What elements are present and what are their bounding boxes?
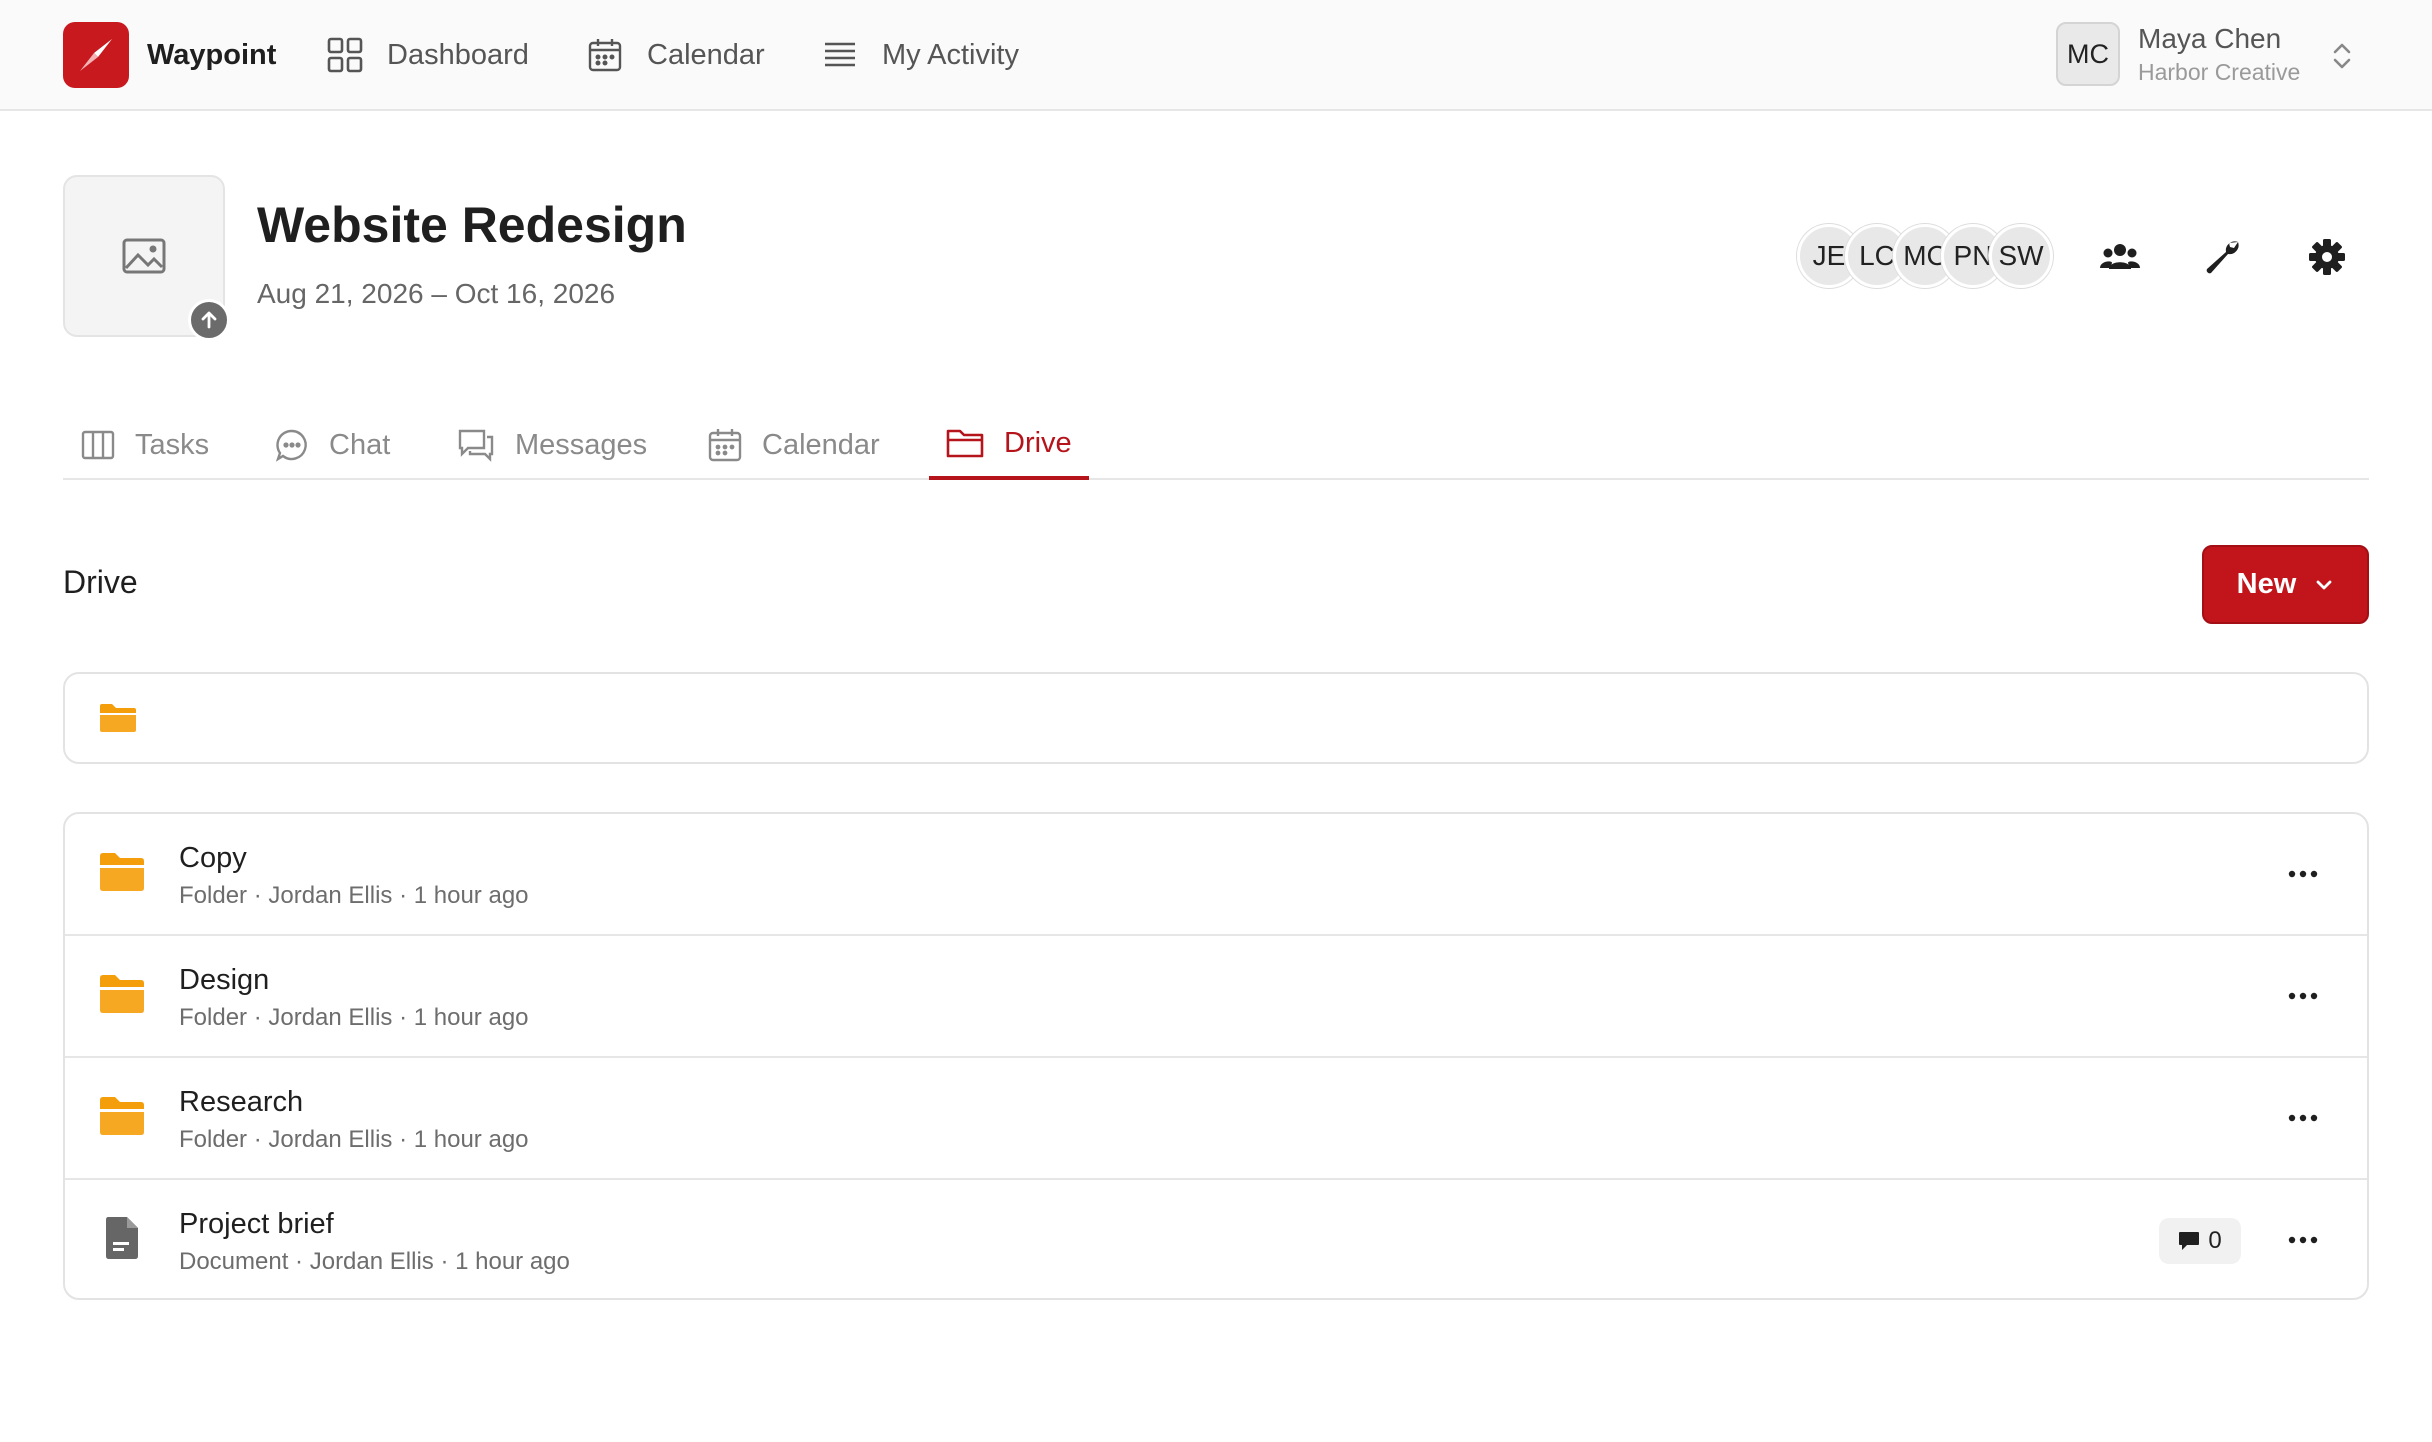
nav-my-activity-label: My Activity [882, 38, 1019, 71]
user-avatar: MC [2056, 22, 2120, 86]
user-menu[interactable]: MC Maya Chen Harbor Creative [2056, 22, 2300, 86]
user-text: Maya Chen Harbor Creative [2138, 23, 2300, 86]
columns-icon [81, 430, 115, 460]
settings-button[interactable] [2300, 230, 2354, 284]
tab-tasks-label: Tasks [135, 428, 210, 461]
file-row-copy[interactable]: Copy Folder · Jordan Ellis · 1 hour ago [65, 814, 2367, 936]
member-avatar[interactable]: SW [1989, 224, 2053, 288]
tab-drive[interactable]: Drive [929, 410, 1089, 480]
brand[interactable]: Waypoint [63, 22, 276, 88]
file-type: Folder [179, 882, 248, 909]
folder-icon [99, 852, 145, 897]
file-type: Folder [179, 1126, 248, 1153]
folder-icon [100, 704, 136, 732]
project-members[interactable]: JE LC MC PN SW [1797, 224, 2053, 288]
more-options-button[interactable] [2283, 976, 2323, 1016]
folder-icon [99, 974, 145, 1019]
tab-messages-label: Messages [515, 428, 648, 461]
compass-logo-icon [63, 22, 129, 88]
chat-bubble-icon [275, 429, 307, 462]
file-time: 1 hour ago [413, 1004, 529, 1031]
project-dates: Aug 21, 2026 – Oct 16, 2026 [257, 278, 616, 309]
messages-icon [458, 429, 494, 462]
file-name: Design [179, 964, 270, 996]
more-options-button[interactable] [2283, 854, 2323, 894]
tab-chat-label: Chat [329, 428, 391, 461]
tab-tasks[interactable]: Tasks [81, 410, 209, 480]
tools-button[interactable] [2196, 230, 2250, 284]
calendar-icon [588, 39, 622, 72]
file-name: Project brief [179, 1208, 334, 1240]
file-meta: Folder · Jordan Ellis · 1 hour ago [179, 1004, 529, 1031]
more-horizontal-icon [2288, 1114, 2318, 1122]
file-name: Research [179, 1086, 304, 1118]
folder-outline-icon [946, 429, 984, 458]
nav-calendar[interactable]: Calendar [587, 32, 765, 78]
project-title: Website Redesign [257, 197, 687, 253]
file-time: 1 hour ago [455, 1248, 570, 1275]
file-row-project-brief[interactable]: Project brief Document · Jordan Ellis · … [65, 1180, 2367, 1298]
brand-name: Waypoint [147, 38, 277, 71]
file-time: 1 hour ago [413, 882, 529, 909]
file-owner: Jordan Ellis [268, 1126, 393, 1153]
file-row-research[interactable]: Research Folder · Jordan Ellis · 1 hour … [65, 1058, 2367, 1180]
arrow-up-icon [201, 311, 217, 329]
more-options-button[interactable] [2283, 1220, 2323, 1260]
calendar-icon [708, 429, 742, 462]
chevron-up-down-icon[interactable] [2330, 40, 2354, 77]
comments-badge[interactable]: 0 [2159, 1218, 2241, 1264]
new-button[interactable]: New [2202, 545, 2369, 624]
tab-messages[interactable]: Messages [457, 410, 647, 480]
grid-icon [327, 37, 363, 73]
file-type: Folder [179, 1004, 248, 1031]
tab-chat[interactable]: Chat [275, 410, 390, 480]
user-organization: Harbor Creative [2138, 58, 2301, 85]
tab-drive-label: Drive [1004, 426, 1072, 459]
team-button[interactable] [2093, 230, 2147, 284]
comment-icon [2179, 1232, 2200, 1250]
more-horizontal-icon [2288, 1236, 2318, 1244]
user-name: Maya Chen [2138, 22, 2282, 54]
nav-calendar-label: Calendar [647, 38, 765, 71]
gear-icon [2309, 239, 2345, 275]
file-owner: Jordan Ellis [268, 882, 393, 909]
upload-image-button[interactable] [188, 299, 230, 341]
list-icon [825, 42, 855, 67]
nav-dashboard[interactable]: Dashboard [327, 32, 529, 78]
drive-breadcrumb[interactable] [63, 672, 2369, 764]
drive-title: Drive [63, 564, 138, 600]
file-owner: Jordan Ellis [268, 1004, 393, 1031]
file-meta: Folder · Jordan Ellis · 1 hour ago [179, 882, 529, 909]
new-button-label: New [2236, 568, 2297, 600]
tab-calendar-label: Calendar [762, 428, 880, 461]
project-tabs: Tasks Chat Messages Calendar Drive [63, 410, 2369, 480]
users-icon [2100, 244, 2140, 269]
chevron-down-icon [2316, 580, 2332, 589]
folder-icon [99, 1096, 145, 1141]
file-name: Copy [179, 842, 247, 874]
comment-count: 0 [2208, 1227, 2222, 1254]
file-type: Document [179, 1248, 289, 1275]
nav-dashboard-label: Dashboard [387, 38, 529, 71]
file-list: Copy Folder · Jordan Ellis · 1 hour ago … [63, 812, 2369, 1300]
file-meta: Document · Jordan Ellis · 1 hour ago [179, 1248, 570, 1275]
wrench-icon [2206, 241, 2239, 274]
file-meta: Folder · Jordan Ellis · 1 hour ago [179, 1126, 529, 1153]
image-icon [122, 238, 166, 274]
top-navigation-bar: Waypoint Dashboard Calendar My Activity … [0, 0, 2432, 111]
document-icon [105, 1216, 139, 1265]
nav-my-activity[interactable]: My Activity [822, 32, 1019, 78]
file-owner: Jordan Ellis [309, 1248, 434, 1275]
more-horizontal-icon [2288, 992, 2318, 1000]
more-options-button[interactable] [2283, 1098, 2323, 1138]
file-time: 1 hour ago [413, 1126, 529, 1153]
more-horizontal-icon [2288, 870, 2318, 878]
file-row-design[interactable]: Design Folder · Jordan Ellis · 1 hour ag… [65, 936, 2367, 1058]
tab-calendar[interactable]: Calendar [708, 410, 880, 480]
